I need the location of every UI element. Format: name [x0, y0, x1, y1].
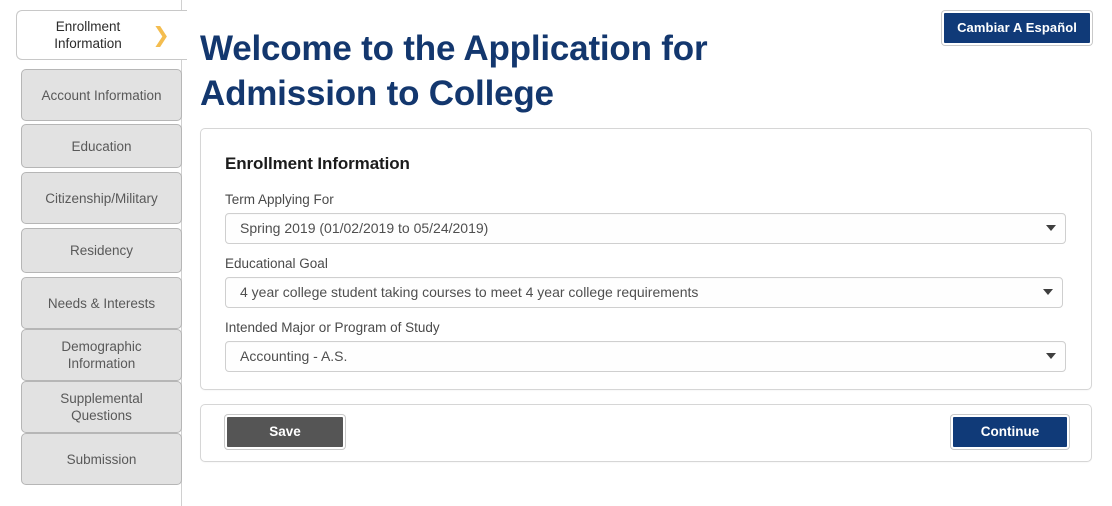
field-label: Educational Goal [225, 256, 328, 271]
select-value: Accounting - A.S. [240, 348, 348, 364]
field-term-applying-for: Term Applying For Spring 2019 (01/02/201… [225, 192, 1066, 244]
main-content: Cambiar A Español Welcome to the Applica… [182, 0, 1112, 506]
sidebar-item-label: Residency [69, 243, 134, 258]
sidebar-item-residency[interactable]: Residency [21, 228, 182, 273]
sidebar-item-citizenship-military[interactable]: Citizenship/Military [21, 172, 182, 224]
card-title: Enrollment Information [225, 154, 410, 173]
sidebar-item-supplemental-questions[interactable]: Supplemental Questions [21, 381, 182, 433]
wizard-step-sidebar: Enrollment Information ❯ Account Informa… [0, 0, 187, 506]
term-applying-for-select[interactable]: Spring 2019 (01/02/2019 to 05/24/2019) [225, 213, 1066, 244]
sidebar-item-label: Submission [66, 451, 137, 467]
enrollment-information-card: Enrollment Information Term Applying For… [200, 128, 1092, 390]
sidebar-item-enrollment-information[interactable]: Enrollment Information ❯ [16, 10, 187, 60]
chevron-down-icon [1046, 353, 1056, 359]
save-button[interactable]: Save [225, 415, 345, 449]
application-page: Enrollment Information ❯ Account Informa… [0, 0, 1112, 506]
sidebar-item-submission[interactable]: Submission [21, 433, 182, 485]
intended-major-select[interactable]: Accounting - A.S. [225, 341, 1066, 372]
field-label: Intended Major or Program of Study [225, 320, 440, 335]
sidebar-item-label: Account Information [41, 87, 162, 103]
continue-button[interactable]: Continue [951, 415, 1069, 449]
sidebar-item-education[interactable]: Education [21, 124, 182, 168]
select-value: Spring 2019 (01/02/2019 to 05/24/2019) [240, 220, 489, 236]
chevron-down-icon [1046, 225, 1056, 231]
sidebar-item-label: Needs & Interests [47, 295, 156, 311]
chevron-down-icon [1043, 289, 1053, 295]
language-toggle-button[interactable]: Cambiar A Español [942, 11, 1092, 45]
field-educational-goal: Educational Goal 4 year college student … [225, 256, 1063, 308]
field-label: Term Applying For [225, 192, 334, 207]
form-action-bar: Save Continue [200, 404, 1092, 462]
select-value: 4 year college student taking courses to… [240, 284, 699, 300]
sidebar-item-demographic-information[interactable]: Demographic Information [21, 329, 182, 381]
sidebar-item-label: Education [71, 138, 132, 154]
sidebar-item-label: Demographic Information [61, 339, 142, 371]
sidebar-item-account-information[interactable]: Account Information [21, 69, 182, 121]
sidebar-item-needs-interests[interactable]: Needs & Interests [21, 277, 182, 329]
page-title: Welcome to the Application for Admission… [200, 29, 708, 113]
chevron-right-icon: ❯ [152, 22, 170, 47]
educational-goal-select[interactable]: 4 year college student taking courses to… [225, 277, 1063, 308]
sidebar-item-label: Enrollment Information [54, 19, 122, 51]
sidebar-item-label: Supplemental Questions [60, 391, 143, 423]
sidebar-item-label: Citizenship/Military [45, 190, 158, 206]
field-intended-major: Intended Major or Program of Study Accou… [225, 320, 1066, 372]
